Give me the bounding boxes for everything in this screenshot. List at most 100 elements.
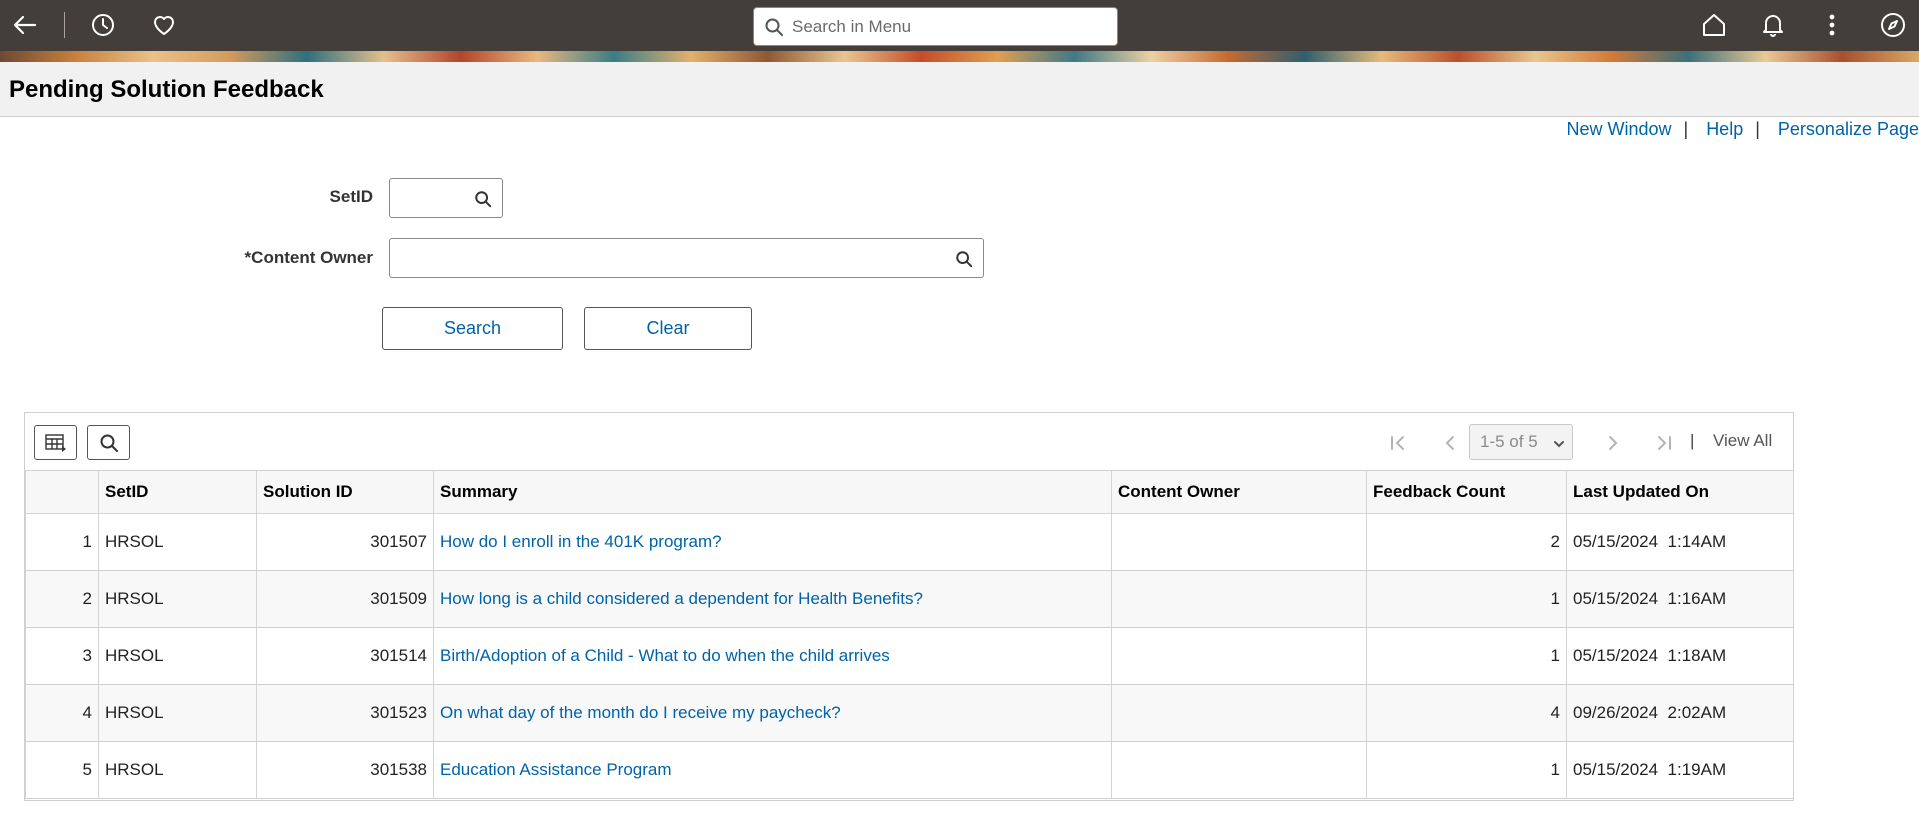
table-row: 4 HRSOL 301523 On what day of the month … [25, 684, 1794, 742]
last-updated-cell: 05/15/2024 1:19AM [1566, 741, 1794, 799]
summary-link[interactable]: How long is a child considered a depende… [440, 589, 923, 608]
feedback-count-cell: 1 [1366, 741, 1567, 799]
content-owner-label: *Content Owner [244, 248, 373, 267]
row-number: 2 [25, 570, 99, 628]
page-range-text: 1-5 of 5 [1480, 432, 1538, 451]
summary-link[interactable]: On what day of the month do I receive my… [440, 703, 841, 722]
setid-cell: HRSOL [98, 513, 257, 571]
summary-link[interactable]: Birth/Adoption of a Child - What to do w… [440, 646, 890, 665]
find-in-grid-button[interactable] [87, 425, 130, 460]
setid-cell: HRSOL [98, 741, 257, 799]
back-arrow-icon[interactable] [8, 8, 42, 42]
content-owner-input[interactable] [390, 239, 943, 277]
column-header-solution-id[interactable]: Solution ID [256, 470, 434, 514]
home-icon[interactable] [1697, 8, 1731, 42]
view-all-link[interactable]: View All [1713, 431, 1772, 451]
column-header-row-number [25, 470, 99, 514]
column-header-content-owner[interactable]: Content Owner [1111, 470, 1367, 514]
history-icon[interactable] [86, 8, 120, 42]
table-row: 2 HRSOL 301509 How long is a child consi… [25, 570, 1794, 628]
column-header-last-updated-on[interactable]: Last Updated On [1566, 470, 1794, 514]
feedback-count-cell: 1 [1366, 570, 1567, 628]
page-range-select[interactable]: 1-5 of 5 [1469, 424, 1573, 460]
setid-field [389, 178, 503, 218]
decorative-banner [0, 51, 1919, 62]
clear-button[interactable]: Clear [584, 307, 752, 350]
favorites-heart-icon[interactable] [147, 8, 181, 42]
content-owner-cell [1111, 741, 1367, 799]
feedback-count-cell: 1 [1366, 627, 1567, 685]
menu-search-box[interactable] [753, 7, 1118, 46]
toolbar-divider [64, 12, 65, 38]
last-updated-cell: 05/15/2024 1:18AM [1566, 627, 1794, 685]
pager-separator: | [1690, 431, 1695, 450]
search-icon [765, 18, 783, 36]
last-updated-cell: 05/15/2024 1:14AM [1566, 513, 1794, 571]
first-page-icon[interactable] [1386, 431, 1410, 455]
feedback-count-cell: 2 [1366, 513, 1567, 571]
setid-cell: HRSOL [98, 570, 257, 628]
results-table: SetID Solution ID Summary Content Owner … [25, 470, 1794, 799]
table-header-row: SetID Solution ID Summary Content Owner … [25, 470, 1794, 514]
setid-label: SetID [329, 187, 373, 206]
personalize-page-link[interactable]: Personalize Page [1778, 119, 1919, 140]
table-row: 5 HRSOL 301538 Education Assistance Prog… [25, 741, 1794, 799]
setid-cell: HRSOL [98, 684, 257, 742]
summary-link[interactable]: Education Assistance Program [440, 760, 672, 779]
setid-lookup-search-icon[interactable] [472, 188, 494, 210]
page-links: New Window | Help | Personalize Page [1566, 118, 1919, 140]
column-header-summary[interactable]: Summary [433, 470, 1112, 514]
content-owner-cell [1111, 627, 1367, 685]
link-separator: | [1755, 118, 1760, 139]
last-updated-cell: 09/26/2024 2:02AM [1566, 684, 1794, 742]
summary-link[interactable]: How do I enroll in the 401K program? [440, 532, 722, 551]
summary-cell: On what day of the month do I receive my… [433, 684, 1112, 742]
row-number: 1 [25, 513, 99, 571]
notifications-bell-icon[interactable] [1756, 8, 1790, 42]
link-separator: | [1683, 118, 1689, 139]
search-button[interactable]: Search [382, 307, 563, 350]
previous-page-icon[interactable] [1438, 431, 1462, 455]
next-page-icon[interactable] [1601, 431, 1625, 455]
content-owner-cell [1111, 513, 1367, 571]
summary-cell: Birth/Adoption of a Child - What to do w… [433, 627, 1112, 685]
help-link[interactable]: Help [1706, 119, 1743, 140]
solution-id-cell: 301514 [256, 627, 434, 685]
personalize-grid-button[interactable] [34, 425, 77, 460]
summary-cell: How long is a child considered a depende… [433, 570, 1112, 628]
content-owner-field [389, 238, 984, 278]
solution-id-cell: 301507 [256, 513, 434, 571]
search-icon [100, 434, 118, 452]
last-updated-cell: 05/15/2024 1:16AM [1566, 570, 1794, 628]
last-page-icon[interactable] [1652, 431, 1676, 455]
content-owner-lookup-search-icon[interactable] [953, 248, 975, 270]
table-row: 1 HRSOL 301507 How do I enroll in the 40… [25, 513, 1794, 571]
column-header-setid[interactable]: SetID [98, 470, 257, 514]
solution-id-cell: 301538 [256, 741, 434, 799]
summary-cell: How do I enroll in the 401K program? [433, 513, 1112, 571]
grid-personalize-icon [44, 433, 66, 452]
column-header-feedback-count[interactable]: Feedback Count [1366, 470, 1567, 514]
solution-id-cell: 301509 [256, 570, 434, 628]
table-row: 3 HRSOL 301514 Birth/Adoption of a Child… [25, 627, 1794, 685]
setid-input[interactable] [390, 179, 462, 217]
results-grid: 1-5 of 5 | View All SetID Solution ID Su… [24, 412, 1794, 801]
actions-menu-icon[interactable] [1815, 8, 1849, 42]
solution-id-cell: 301523 [256, 684, 434, 742]
feedback-count-cell: 4 [1366, 684, 1567, 742]
content-owner-cell [1111, 570, 1367, 628]
row-number: 4 [25, 684, 99, 742]
row-number: 3 [25, 627, 99, 685]
content-owner-cell [1111, 684, 1367, 742]
chevron-down-icon [1552, 436, 1566, 456]
menu-search-input[interactable] [790, 11, 1117, 42]
new-window-link[interactable]: New Window [1566, 119, 1671, 140]
top-navigation-bar [0, 0, 1919, 51]
grid-toolbar: 1-5 of 5 | View All [25, 413, 1793, 470]
navbar-compass-icon[interactable] [1876, 8, 1910, 42]
setid-cell: HRSOL [98, 627, 257, 685]
page-title: Pending Solution Feedback [9, 76, 324, 103]
page-title-bar: Pending Solution Feedback [0, 62, 1919, 117]
summary-cell: Education Assistance Program [433, 741, 1112, 799]
row-number: 5 [25, 741, 99, 799]
